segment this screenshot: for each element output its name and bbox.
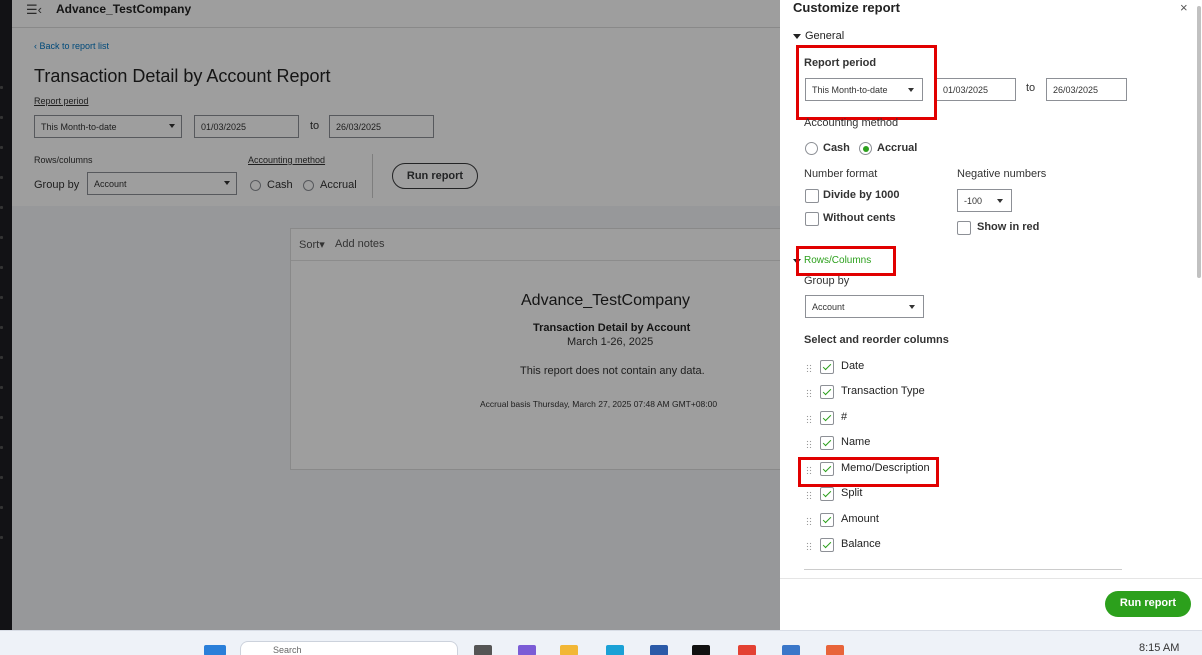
- chevron-down-icon: [997, 199, 1003, 203]
- column-checkbox-date[interactable]: [820, 360, 834, 374]
- customize-report-panel: Customize report × General Report period…: [780, 0, 1202, 630]
- drag-handle-icon[interactable]: [806, 389, 812, 397]
- column-label: Split: [841, 487, 863, 499]
- date-to-input[interactable]: 26/03/2025: [1046, 78, 1127, 101]
- file-explorer-icon[interactable]: [560, 645, 578, 655]
- column-label: #: [841, 411, 848, 423]
- divide-by-1000-label: Divide by 1000: [823, 189, 900, 201]
- show-in-red-checkbox[interactable]: [957, 221, 971, 235]
- app-icon[interactable]: [782, 645, 800, 655]
- cash-radio[interactable]: [805, 142, 818, 155]
- highlight-report-period: [796, 45, 937, 120]
- column-checkbox-number[interactable]: [820, 411, 834, 425]
- drag-handle-icon[interactable]: [806, 491, 812, 499]
- drag-handle-icon[interactable]: [806, 440, 812, 448]
- column-label: Amount: [841, 513, 879, 525]
- task-view-icon[interactable]: [474, 645, 492, 655]
- store-icon[interactable]: [650, 645, 668, 655]
- divider: [804, 569, 1122, 570]
- group-by-select[interactable]: Account: [805, 295, 924, 318]
- drag-handle-icon[interactable]: [806, 415, 812, 423]
- windows-start-icon[interactable]: [204, 645, 226, 655]
- column-checkbox-amount[interactable]: [820, 513, 834, 527]
- caret-down-icon: [793, 33, 801, 39]
- show-in-red-label: Show in red: [977, 221, 1040, 233]
- column-label: Date: [841, 360, 865, 372]
- column-label: Transaction Type: [841, 385, 925, 397]
- app-icon[interactable]: [692, 645, 710, 655]
- taskbar: Search 8:15 AM: [0, 630, 1202, 655]
- drag-handle-icon[interactable]: [806, 542, 812, 550]
- drag-handle-icon[interactable]: [806, 364, 812, 372]
- panel-footer: Run report: [780, 578, 1202, 630]
- divide-by-1000-checkbox[interactable]: [805, 189, 819, 203]
- negative-numbers-label: Negative numbers: [957, 168, 1047, 180]
- column-label: Name: [841, 436, 871, 448]
- edge-icon[interactable]: [606, 645, 624, 655]
- close-icon[interactable]: ×: [1180, 0, 1188, 15]
- chrome-icon[interactable]: [738, 645, 756, 655]
- column-label: Balance: [841, 538, 881, 550]
- copilot-icon[interactable]: [518, 645, 536, 655]
- date-from-input[interactable]: 01/03/2025: [936, 78, 1016, 101]
- cash-label: Cash: [823, 142, 850, 154]
- without-cents-label: Without cents: [823, 212, 896, 224]
- clock: 8:15 AM: [1139, 642, 1180, 654]
- general-section-toggle[interactable]: General: [793, 30, 844, 42]
- app-icon[interactable]: [826, 645, 844, 655]
- accrual-radio[interactable]: [859, 142, 872, 155]
- accounting-method-label: Accounting method: [804, 117, 899, 129]
- without-cents-checkbox[interactable]: [805, 212, 819, 226]
- panel-scrollbar[interactable]: [1197, 6, 1201, 278]
- taskbar-search[interactable]: Search: [240, 641, 458, 655]
- accrual-label: Accrual: [877, 142, 918, 154]
- modal-overlay[interactable]: [0, 0, 780, 630]
- chevron-down-icon: [909, 305, 915, 309]
- panel-title: Customize report: [793, 0, 900, 15]
- group-by-label: Group by: [804, 275, 850, 287]
- column-checkbox-balance[interactable]: [820, 538, 834, 552]
- run-report-button[interactable]: Run report: [1105, 591, 1191, 617]
- highlight-rows-columns: [796, 246, 896, 276]
- highlight-memo-description: [798, 457, 939, 487]
- select-columns-label: Select and reorder columns: [804, 334, 949, 346]
- negative-numbers-select[interactable]: -100: [957, 189, 1012, 212]
- column-checkbox-split[interactable]: [820, 487, 834, 501]
- number-format-label: Number format: [804, 168, 878, 180]
- column-checkbox-transaction-type[interactable]: [820, 385, 834, 399]
- drag-handle-icon[interactable]: [806, 517, 812, 525]
- to-label: to: [1026, 82, 1036, 94]
- column-checkbox-name[interactable]: [820, 436, 834, 450]
